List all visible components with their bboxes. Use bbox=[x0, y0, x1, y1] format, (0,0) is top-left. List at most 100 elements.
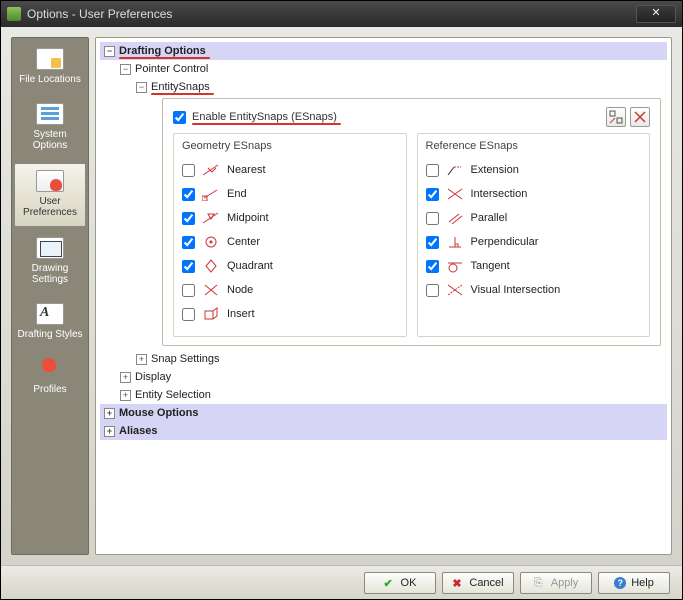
esnap-columns: Geometry ESnaps Nearest End bbox=[173, 133, 650, 337]
button-label: Cancel bbox=[469, 577, 503, 589]
cancel-button[interactable]: ✖ Cancel bbox=[442, 572, 514, 594]
snap-node-checkbox[interactable] bbox=[182, 284, 195, 297]
snap-extension-checkbox[interactable] bbox=[426, 164, 439, 177]
nearest-icon bbox=[201, 162, 221, 178]
tree-label: EntitySnaps bbox=[151, 81, 210, 93]
sidebar-item-drawing-settings[interactable]: Drawing Settings bbox=[14, 231, 86, 293]
window-title: Options - User Preferences bbox=[27, 7, 636, 21]
ok-button[interactable]: ✔ OK bbox=[364, 572, 436, 594]
snap-midpoint: Midpoint bbox=[182, 206, 398, 230]
snap-visual-intersection: Visual Intersection bbox=[426, 278, 642, 302]
snap-label: Perpendicular bbox=[471, 236, 539, 248]
button-label: Help bbox=[631, 577, 654, 589]
tree-node-pointer-control[interactable]: − Pointer Control bbox=[100, 60, 667, 78]
drafting-styles-icon bbox=[36, 303, 64, 325]
snap-end-checkbox[interactable] bbox=[182, 188, 195, 201]
help-button[interactable]: ? Help bbox=[598, 572, 670, 594]
tree-node-display[interactable]: + Display bbox=[100, 368, 667, 386]
enable-esnaps-row: Enable EntitySnaps (ESnaps) bbox=[173, 107, 650, 127]
snap-insert: Insert bbox=[182, 302, 398, 326]
tree-label: Mouse Options bbox=[119, 407, 198, 419]
snap-midpoint-checkbox[interactable] bbox=[182, 212, 195, 225]
options-tree-panel: − Drafting Options − Pointer Control − E… bbox=[95, 37, 672, 555]
end-icon bbox=[201, 186, 221, 202]
perpendicular-icon bbox=[445, 234, 465, 250]
collapse-icon[interactable]: − bbox=[120, 64, 131, 75]
snap-perpendicular: Perpendicular bbox=[426, 230, 642, 254]
snap-node: Node bbox=[182, 278, 398, 302]
close-button[interactable]: ✕ bbox=[636, 5, 676, 23]
collapse-icon[interactable]: − bbox=[104, 46, 115, 57]
select-all-snaps-button[interactable] bbox=[606, 107, 626, 127]
expand-icon[interactable]: + bbox=[136, 354, 147, 365]
tree-node-aliases[interactable]: + Aliases bbox=[100, 422, 667, 440]
clear-all-snaps-button[interactable] bbox=[630, 107, 650, 127]
snap-intersection: Intersection bbox=[426, 182, 642, 206]
tree-node-mouse-options[interactable]: + Mouse Options bbox=[100, 404, 667, 422]
snap-extension: Extension bbox=[426, 158, 642, 182]
enable-esnaps-checkbox[interactable] bbox=[173, 111, 186, 124]
sidebar-item-label: Drawing Settings bbox=[16, 263, 84, 285]
collapse-icon[interactable]: − bbox=[136, 82, 147, 93]
app-icon bbox=[7, 7, 21, 21]
intersection-icon bbox=[445, 186, 465, 202]
tree-node-entity-snaps[interactable]: − EntitySnaps bbox=[100, 78, 667, 96]
expand-icon[interactable]: + bbox=[120, 372, 131, 383]
button-label: Apply bbox=[551, 577, 579, 589]
button-label: OK bbox=[401, 577, 417, 589]
x-icon: ✖ bbox=[452, 577, 464, 589]
snap-intersection-checkbox[interactable] bbox=[426, 188, 439, 201]
profiles-icon bbox=[36, 358, 64, 380]
sidebar-item-label: Profiles bbox=[33, 384, 66, 395]
tangent-icon bbox=[445, 258, 465, 274]
tree-node-drafting-options[interactable]: − Drafting Options bbox=[100, 42, 667, 60]
snap-insert-checkbox[interactable] bbox=[182, 308, 195, 321]
visual-intersection-icon bbox=[445, 282, 465, 298]
tree-label: Drafting Options bbox=[119, 45, 206, 57]
snap-visual-intersection-checkbox[interactable] bbox=[426, 284, 439, 297]
snap-label: Quadrant bbox=[227, 260, 273, 272]
snap-tangent: Tangent bbox=[426, 254, 642, 278]
client-area: File Locations System Options User Prefe… bbox=[1, 27, 682, 565]
tree-node-snap-settings[interactable]: + Snap Settings bbox=[100, 350, 667, 368]
snap-center: Center bbox=[182, 230, 398, 254]
check-icon: ✔ bbox=[384, 577, 396, 589]
sidebar-item-user-preferences[interactable]: User Preferences bbox=[14, 163, 86, 227]
snap-label: Midpoint bbox=[227, 212, 269, 224]
sidebar-item-label: Drafting Styles bbox=[17, 329, 82, 340]
apply-icon: ⎘ bbox=[534, 577, 546, 589]
sidebar-item-system-options[interactable]: System Options bbox=[14, 97, 86, 159]
tree-node-entity-selection[interactable]: + Entity Selection bbox=[100, 386, 667, 404]
snap-parallel-checkbox[interactable] bbox=[426, 212, 439, 225]
parallel-icon bbox=[445, 210, 465, 226]
center-icon bbox=[201, 234, 221, 250]
sidebar-item-file-locations[interactable]: File Locations bbox=[14, 42, 86, 93]
quadrant-icon bbox=[201, 258, 221, 274]
file-locations-icon bbox=[36, 48, 64, 70]
apply-button[interactable]: ⎘ Apply bbox=[520, 572, 592, 594]
drawing-settings-icon bbox=[36, 237, 64, 259]
expand-icon[interactable]: + bbox=[104, 408, 115, 419]
snap-label: End bbox=[227, 188, 247, 200]
sidebar-item-drafting-styles[interactable]: Drafting Styles bbox=[14, 297, 86, 348]
snap-label: Extension bbox=[471, 164, 519, 176]
snap-label: Center bbox=[227, 236, 260, 248]
snap-center-checkbox[interactable] bbox=[182, 236, 195, 249]
insert-icon bbox=[201, 306, 221, 322]
sidebar-item-label: File Locations bbox=[19, 74, 81, 85]
tree-label: Display bbox=[135, 371, 171, 383]
group-title: Reference ESnaps bbox=[426, 140, 642, 152]
snap-perpendicular-checkbox[interactable] bbox=[426, 236, 439, 249]
snap-quadrant-checkbox[interactable] bbox=[182, 260, 195, 273]
snap-label: Nearest bbox=[227, 164, 266, 176]
expand-icon[interactable]: + bbox=[104, 426, 115, 437]
group-title: Geometry ESnaps bbox=[182, 140, 398, 152]
enable-esnaps-label: Enable EntitySnaps (ESnaps) bbox=[192, 111, 337, 123]
snap-nearest-checkbox[interactable] bbox=[182, 164, 195, 177]
node-icon bbox=[201, 282, 221, 298]
tree-label: Snap Settings bbox=[151, 353, 220, 365]
category-sidebar: File Locations System Options User Prefe… bbox=[11, 37, 89, 555]
expand-icon[interactable]: + bbox=[120, 390, 131, 401]
sidebar-item-profiles[interactable]: Profiles bbox=[14, 352, 86, 403]
midpoint-icon bbox=[201, 210, 221, 226]
